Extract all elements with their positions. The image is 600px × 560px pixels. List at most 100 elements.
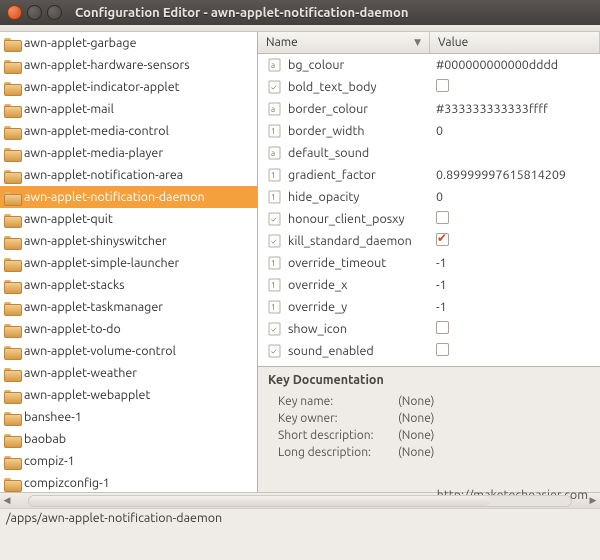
svg-text:✓: ✓ — [271, 215, 277, 224]
table-value: -1 — [436, 278, 447, 292]
sidebar-item[interactable]: awn-applet-indicator-applet — [0, 76, 258, 98]
table-row[interactable]: ✓ sound_enabled — [258, 340, 600, 362]
sidebar-item[interactable]: awn-applet-weather — [0, 362, 258, 384]
sidebar-item[interactable]: awn-applet-taskmanager — [0, 296, 258, 318]
tree-view[interactable]: awn-applet-garbage awn-applet-hardware-se… — [0, 32, 258, 492]
sidebar-item[interactable]: awn-applet-hardware-sensors — [0, 54, 258, 76]
table-key: hide_opacity — [288, 190, 359, 204]
sidebar-item-label: awn-applet-weather — [24, 366, 137, 380]
folder-icon — [4, 125, 20, 138]
checkbox[interactable] — [436, 211, 449, 224]
type-int-icon: 1 — [268, 256, 282, 270]
type-bool-icon: ✓ — [268, 344, 282, 358]
svg-text:a: a — [271, 61, 275, 70]
maximize-icon[interactable] — [47, 5, 62, 20]
table-row[interactable]: a bg_colour #000000000000dddd — [258, 54, 600, 76]
sidebar-item[interactable]: compiz-1 — [0, 450, 258, 472]
table-row[interactable]: aborder_colour#333333333333ffff — [258, 98, 600, 120]
type-bool-icon: ✓ — [268, 80, 282, 94]
table-row[interactable]: 1 hide_opacity 0 — [258, 186, 600, 208]
table-row[interactable]: 1border_width0 — [258, 120, 600, 142]
folder-icon — [4, 323, 20, 336]
table-key: border_colour — [288, 102, 368, 116]
scroll-left-icon[interactable]: ◀ — [0, 495, 14, 506]
table-row[interactable]: 1override_y-1 — [258, 296, 600, 318]
folder-icon — [4, 455, 20, 468]
type-string-icon: a — [268, 146, 282, 160]
checkbox[interactable] — [436, 233, 449, 246]
table-rows[interactable]: a bg_colour #000000000000dddd ✓bold_text_bo… — [258, 54, 600, 366]
sidebar-item-label: awn-applet-simple-launcher — [24, 256, 179, 270]
sidebar-item-label: awn-applet-notification-area — [24, 168, 183, 182]
table-row[interactable]: ✓honour_client_posxy — [258, 208, 600, 230]
svg-text:1: 1 — [271, 259, 276, 268]
folder-icon — [4, 147, 20, 160]
table-key: default_sound — [288, 146, 369, 160]
checkbox[interactable] — [436, 321, 449, 334]
sidebar-item[interactable]: awn-applet-mail — [0, 98, 258, 120]
table-row[interactable]: ✓kill_standard_daemon — [258, 230, 600, 252]
sidebar-item[interactable]: awn-applet-volume-control — [0, 340, 258, 362]
folder-icon — [4, 257, 20, 270]
table-row[interactable]: ✓show_icon — [258, 318, 600, 340]
sidebar-item[interactable]: banshee-1 — [0, 406, 258, 428]
sidebar-item[interactable]: awn-applet-webapplet — [0, 384, 258, 406]
sidebar-item-label: banshee-1 — [24, 410, 82, 424]
sidebar-item[interactable]: awn-applet-media-player — [0, 142, 258, 164]
table-row[interactable]: 1override_timeout-1 — [258, 252, 600, 274]
close-icon[interactable] — [7, 5, 22, 20]
sidebar-item-label: awn-applet-quit — [24, 212, 113, 226]
table-value: 0.89999997615814209 — [436, 168, 566, 182]
sidebar-item[interactable]: awn-applet-media-control — [0, 120, 258, 142]
key-documentation: Key Documentation Key name:(None) Key ow… — [258, 366, 600, 492]
table-value: -1 — [436, 300, 447, 314]
table-row[interactable]: 1gradient_factor0.89999997615814209 — [258, 164, 600, 186]
type-int-icon: 1 — [268, 278, 282, 292]
svg-text:a: a — [271, 149, 275, 158]
table-row[interactable]: a default_sound — [258, 142, 600, 164]
horizontal-scrollbar[interactable]: ◀ ▶ — [0, 492, 600, 508]
table-value: #000000000000dddd — [436, 58, 558, 72]
sidebar-item[interactable]: awn-applet-simple-launcher — [0, 252, 258, 274]
folder-icon — [4, 235, 20, 248]
sidebar-item[interactable]: awn-applet-notification-daemon — [0, 186, 258, 208]
minimize-icon[interactable] — [27, 5, 42, 20]
checkbox[interactable] — [436, 343, 449, 356]
folder-icon — [4, 279, 20, 292]
type-int-icon: 1 — [268, 190, 282, 204]
svg-text:✓: ✓ — [271, 325, 277, 334]
table-key: gradient_factor — [288, 168, 376, 182]
column-header-value[interactable]: Value — [430, 32, 600, 53]
sidebar-item-label: awn-applet-to-do — [24, 322, 121, 336]
type-bool-icon: ✓ — [268, 212, 282, 226]
sidebar-item[interactable]: awn-applet-quit — [0, 208, 258, 230]
svg-text:✓: ✓ — [271, 237, 277, 246]
sidebar-item[interactable]: awn-applet-shinyswitcher — [0, 230, 258, 252]
folder-icon — [4, 345, 20, 358]
sidebar-item[interactable]: awn-applet-to-do — [0, 318, 258, 340]
table-key: bg_colour — [288, 58, 344, 72]
keys-panel: Name ▼ Value a bg_colour #000000000000dddd… — [258, 32, 600, 492]
scroll-right-icon[interactable]: ▶ — [586, 495, 600, 506]
statusbar: /apps/awn-applet-notification-daemon — [0, 508, 600, 528]
sidebar-item[interactable]: awn-applet-garbage — [0, 32, 258, 54]
sidebar-item[interactable]: compizconfig-1 — [0, 472, 258, 492]
sidebar-item-label: awn-applet-garbage — [24, 36, 137, 50]
sidebar-item[interactable]: baobab — [0, 428, 258, 450]
table-row[interactable]: 1override_x-1 — [258, 274, 600, 296]
folder-icon — [4, 301, 20, 314]
sidebar-item-label: baobab — [24, 432, 66, 446]
sidebar-item[interactable]: awn-applet-notification-area — [0, 164, 258, 186]
checkbox[interactable] — [436, 79, 449, 92]
svg-text:1: 1 — [271, 303, 276, 312]
sidebar-item-label: awn-applet-mail — [24, 102, 114, 116]
type-bool-icon: ✓ — [268, 234, 282, 248]
table-row[interactable]: ✓bold_text_body — [258, 76, 600, 98]
column-header-name[interactable]: Name ▼ — [258, 32, 430, 53]
sort-indicator-icon: ▼ — [414, 37, 421, 48]
table-value: -1 — [436, 256, 447, 270]
sidebar-item[interactable]: awn-applet-stacks — [0, 274, 258, 296]
table-value: 0 — [436, 190, 443, 204]
titlebar: Configuration Editor - awn-applet-notifi… — [0, 0, 600, 25]
table-key: sound_enabled — [288, 344, 374, 358]
